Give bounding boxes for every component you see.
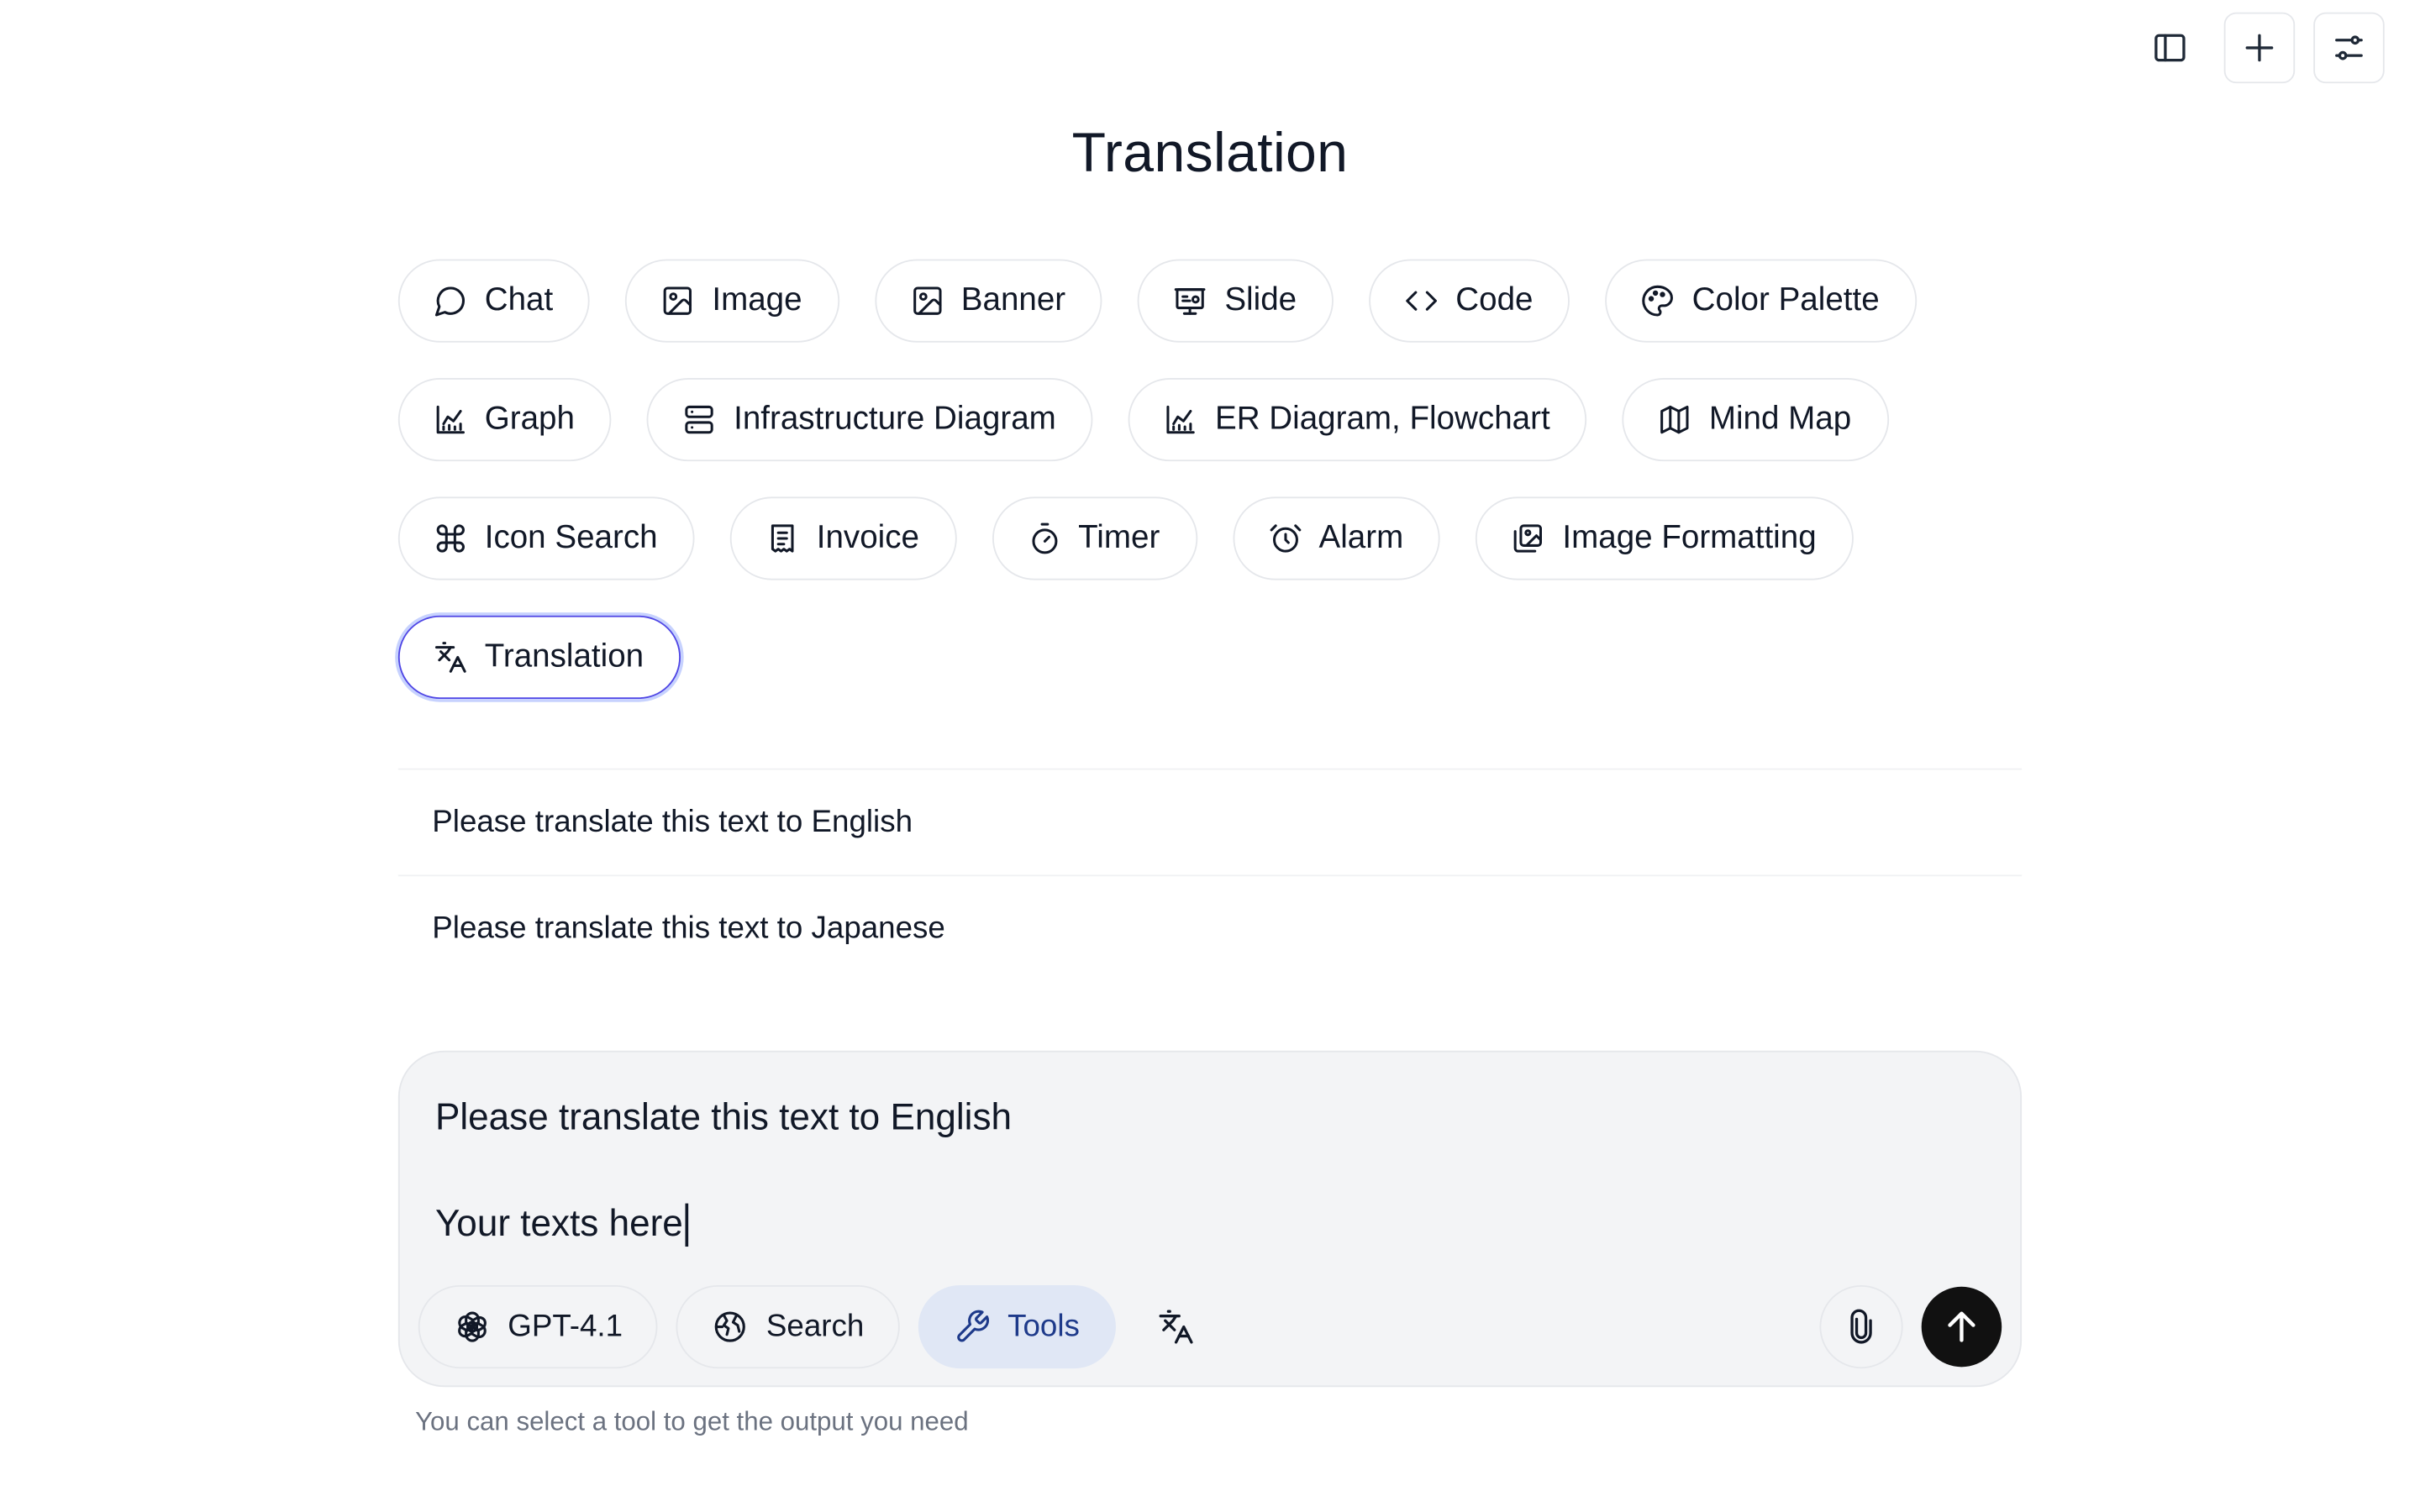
selected-tool-translation-button[interactable] [1134,1285,1217,1368]
tool-chip-slide[interactable]: Slide [1138,259,1334,343]
languages-icon [434,642,466,673]
tool-chip-color-palette[interactable]: Color Palette [1605,259,1917,343]
model-selector-button[interactable]: GPT-4.1 [418,1284,659,1369]
app: Translation Chat Image Banner Slide Code [0,0,2420,1512]
tool-chip-label: Invoice [816,519,919,556]
model-selector-label: GPT-4.1 [508,1309,623,1343]
alarm-clock-icon [1269,524,1301,553]
send-button[interactable] [1921,1286,2002,1368]
command-icon [436,524,465,553]
tools-toggle-button[interactable]: Tools [918,1284,1116,1369]
composer-hint: You can select a tool to get the output … [415,1407,969,1436]
tool-chip-translation[interactable]: Translation [397,615,681,700]
tool-chip-label: Alarm [1318,519,1404,556]
tool-chip-label: Image Formatting [1562,519,1817,556]
tool-chip-label: Image [712,282,802,318]
palette-icon [1642,285,1674,317]
tools-toggle-label: Tools [1007,1309,1080,1343]
tool-chip-graph[interactable]: Graph [397,377,613,462]
tool-chip-er-diagram-flowchart[interactable]: ER Diagram, Flowchart [1128,377,1587,462]
languages-icon [1158,1310,1192,1344]
map-icon [1660,405,1690,434]
search-toggle-label: Search [765,1309,865,1343]
tool-chip-invoice[interactable]: Invoice [729,496,957,580]
chart-line-icon [1166,405,1196,434]
page-title: Translation [1071,120,1349,184]
tool-chip-label: Infrastructure Diagram [734,401,1056,437]
sidebar-panel-icon [2154,34,2186,62]
tool-chip-label: Color Palette [1691,282,1880,318]
tool-chip-label: ER Diagram, Flowchart [1214,401,1550,437]
tool-row: Graph Infrastructure Diagram ER Diagram,… [397,377,2034,462]
suggestion-item[interactable]: Please translate this text to English [397,768,2023,875]
images-icon [1514,524,1543,553]
code-icon [1406,291,1438,311]
tool-chip-label: Code [1455,282,1534,318]
tool-row: Chat Image Banner Slide Code Color Palet… [397,259,2034,343]
paperclip-icon [1850,1309,1872,1344]
sidebar-toggle-button[interactable] [2134,12,2206,84]
tool-row: Icon Search Invoice Timer Alarm Image Fo… [397,496,2034,580]
tool-chip-label: Timer [1078,519,1160,556]
tool-chip-label: Translation [484,638,644,675]
tool-row: Translation [397,615,2034,700]
tool-chip-timer[interactable]: Timer [992,496,1197,580]
tool-chip-code[interactable]: Code [1369,259,1570,343]
sliders-icon [2335,35,2363,60]
tool-chip-label: Icon Search [484,519,658,556]
message-input-line: Your texts here [434,1203,683,1246]
tool-chip-image[interactable]: Image [625,259,839,343]
settings-button[interactable] [2313,12,2385,84]
tool-chip-label: Mind Map [1708,401,1852,437]
text-caret [684,1203,688,1247]
chart-line-icon [436,405,465,434]
message-input-line-wrap: Your texts here [435,1199,1012,1251]
tool-chip-mind-map[interactable]: Mind Map [1623,377,1889,462]
plus-icon [2245,34,2274,62]
tool-chip-chat[interactable]: Chat [397,259,591,343]
message-input-line: Please translate this text to English [434,1096,1013,1139]
tool-chip-label: Graph [484,401,575,437]
composer-toolbar: GPT-4.1 Search Tools [418,1284,2002,1369]
image-icon [913,286,942,315]
tool-chips: Chat Image Banner Slide Code Color Palet… [397,259,2034,735]
presentation-icon [1175,288,1207,315]
globe-icon [715,1311,746,1342]
message-circle-icon [434,286,465,317]
tool-chip-banner[interactable]: Banner [874,259,1103,343]
tool-chip-label: Slide [1224,282,1297,318]
image-icon [664,286,692,315]
timer-icon [1031,522,1057,554]
message-input[interactable]: Please translate this text to English Yo… [435,1092,1012,1251]
receipt-icon [771,524,794,553]
tool-chip-infrastructure-diagram[interactable]: Infrastructure Diagram [647,377,1093,462]
openai-logo-icon [458,1311,487,1342]
message-composer[interactable]: Please translate this text to English Yo… [397,1050,2023,1388]
tool-chip-alarm[interactable]: Alarm [1232,496,1441,580]
wrench-icon [956,1310,989,1342]
search-toggle-button[interactable]: Search [676,1284,900,1369]
tool-chip-label: Banner [960,282,1066,318]
prompt-suggestions: Please translate this text to English Pl… [397,768,2023,981]
tool-chip-image-formatting[interactable]: Image Formatting [1476,496,1854,580]
tool-chip-icon-search[interactable]: Icon Search [397,496,695,580]
top-controls [2134,12,2385,84]
new-chat-button[interactable] [2223,12,2296,84]
arrow-up-icon [1948,1311,1975,1342]
suggestion-item[interactable]: Please translate this text to Japanese [397,874,2023,981]
tool-chip-label: Chat [484,282,554,318]
server-icon [686,405,714,434]
attach-file-button[interactable] [1819,1284,1903,1369]
